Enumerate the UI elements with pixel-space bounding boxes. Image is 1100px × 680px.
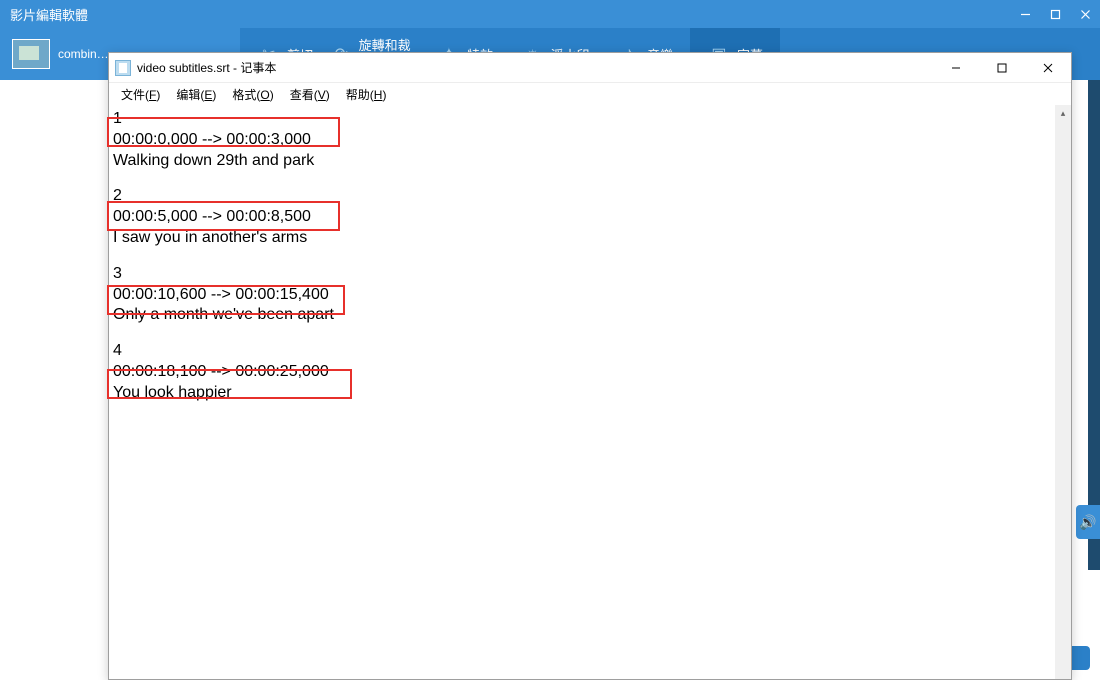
video-editor-close-button[interactable] [1070,0,1100,28]
notepad-title: video subtitles.srt - 记事本 [137,59,276,76]
video-editor-maximize-button[interactable] [1040,0,1070,28]
subtitle-time: 00:00:10,600 --> 00:00:15,400 [113,285,1055,306]
video-editor-thumbnail[interactable] [12,39,50,69]
subtitle-time: 00:00:5,000 --> 00:00:8,500 [113,207,1055,228]
subtitle-time: 00:00:0,000 --> 00:00:3,000 [113,130,1055,151]
subtitle-entry: 4 00:00:18,100 --> 00:00:25,000 You look… [113,341,1055,403]
notepad-menubar: 文件(F) 编辑(E) 格式(O) 查看(V) 帮助(H) [109,83,1071,105]
subtitle-index: 2 [113,186,1055,207]
subtitle-text: You look happier [113,383,1055,404]
subtitle-index: 3 [113,264,1055,285]
subtitle-text: Only a month we've been apart [113,305,1055,326]
video-editor-right-edge [1088,80,1100,570]
sound-toggle-button[interactable]: 🔊 [1076,505,1100,539]
notepad-body: 1 00:00:0,000 --> 00:00:3,000 Walking do… [109,105,1071,679]
subtitle-entry: 2 00:00:5,000 --> 00:00:8,500 I saw you … [113,186,1055,248]
menu-edit[interactable]: 编辑(E) [168,84,224,105]
subtitle-text: I saw you in another's arms [113,228,1055,249]
scroll-up-icon[interactable]: ▴ [1055,105,1071,121]
video-editor-title: 影片編輯軟體 [10,5,1010,24]
speaker-icon: 🔊 [1079,514,1096,531]
notepad-titlebar[interactable]: video subtitles.srt - 记事本 [109,53,1071,83]
menu-file[interactable]: 文件(F) [113,84,168,105]
subtitle-index: 1 [113,109,1055,130]
notepad-window-controls [933,53,1071,83]
subtitle-text: Walking down 29th and park [113,151,1055,172]
video-editor-minimize-button[interactable] [1010,0,1040,28]
notepad-icon [115,60,131,76]
menu-help[interactable]: 帮助(H) [338,84,395,105]
notepad-window: video subtitles.srt - 记事本 文件(F) 编辑(E) 格式… [108,52,1072,680]
subtitle-entry: 1 00:00:0,000 --> 00:00:3,000 Walking do… [113,109,1055,171]
subtitle-time: 00:00:18,100 --> 00:00:25,000 [113,362,1055,383]
video-editor-window-controls [1010,0,1100,28]
video-editor-titlebar: 影片編輯軟體 [0,0,1100,28]
notepad-text-area[interactable]: 1 00:00:0,000 --> 00:00:3,000 Walking do… [113,109,1055,679]
notepad-close-button[interactable] [1025,53,1071,83]
notepad-title-left: video subtitles.srt - 记事本 [115,59,276,76]
notepad-minimize-button[interactable] [933,53,979,83]
video-editor-thumb-label: combin… [58,47,109,61]
subtitle-entry: 3 00:00:10,600 --> 00:00:15,400 Only a m… [113,264,1055,326]
menu-view[interactable]: 查看(V) [282,84,338,105]
subtitle-index: 4 [113,341,1055,362]
notepad-maximize-button[interactable] [979,53,1025,83]
notepad-scrollbar[interactable]: ▴ [1055,105,1071,679]
menu-format[interactable]: 格式(O) [224,84,281,105]
